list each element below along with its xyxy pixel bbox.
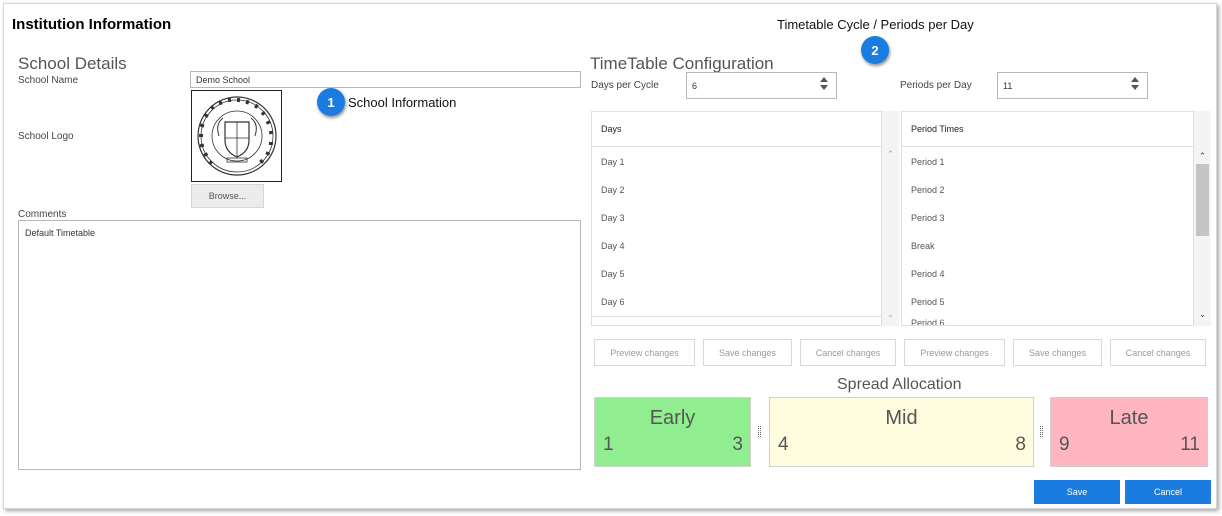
list-item[interactable]: Day 3 [592,204,881,232]
period-times-scrollbar[interactable]: ⌃ ⌄ [1194,111,1211,326]
chevron-down-icon[interactable]: ⌄ [1194,309,1211,320]
spread-segment-start: 1 [603,434,614,455]
list-item[interactable]: Period 2 [902,176,1193,204]
chevron-up-icon[interactable]: ⌃ [1194,151,1211,162]
list-item[interactable]: Day 1 [592,148,881,176]
days-list-header: Days [592,112,881,147]
institution-window: Institution Information Timetable Cycle … [3,3,1217,509]
days-per-cycle-value: 6 [692,80,698,91]
days-save-changes-button[interactable]: Save changes [703,339,792,366]
spread-segment-mid[interactable]: Mid 4 8 [769,397,1034,467]
cancel-button[interactable]: Cancel [1125,480,1211,504]
up-down-arrows-icon[interactable] [1131,77,1139,90]
page-title: Institution Information [12,16,172,33]
timetable-config-heading: TimeTable Configuration [590,54,774,73]
spread-segment-end: 3 [732,434,743,455]
periods-cancel-changes-button[interactable]: Cancel changes [1110,339,1206,366]
school-logo-image[interactable] [191,90,282,182]
chevron-up-icon[interactable]: ⌃ [882,149,899,160]
list-item[interactable]: Day 4 [592,232,881,260]
save-button[interactable]: Save [1034,480,1120,504]
periods-preview-changes-button[interactable]: Preview changes [904,339,1005,366]
comments-label: Comments [18,209,67,220]
list-item[interactable]: Period 6 [902,316,1193,325]
period-times-list-header: Period Times [902,112,1193,147]
list-item[interactable]: Period 1 [902,148,1193,176]
spread-allocation-title: Spread Allocation [837,376,962,393]
days-per-cycle-label: Days per Cycle [591,80,659,91]
school-crest-icon [196,96,277,176]
comments-textarea[interactable]: Default Timetable [18,220,581,470]
list-item[interactable]: Period 3 [902,204,1193,232]
list-item[interactable]: Period 4 [902,260,1193,288]
days-cancel-changes-button[interactable]: Cancel changes [800,339,896,366]
spread-segment-name: Early [649,407,696,429]
periods-per-day-stepper[interactable]: 11 [997,72,1148,99]
days-preview-changes-button[interactable]: Preview changes [594,339,695,366]
school-logo-label: School Logo [18,131,74,142]
up-down-arrows-icon[interactable] [820,77,828,90]
browse-button[interactable]: Browse... [191,184,264,208]
spread-segment-end: 11 [1180,434,1200,455]
callout-badge-2: 2 [861,36,889,64]
callout-label-school-information: School Information [348,95,457,110]
drag-handle-icon[interactable] [758,426,761,437]
periods-per-day-label: Periods per Day [900,80,972,91]
periods-per-day-value: 11 [1003,80,1013,91]
spread-segment-late[interactable]: Late 9 11 [1050,397,1208,467]
days-list-scrollbar[interactable]: ⌃ ⌄ [882,111,899,326]
school-name-label: School Name [18,75,79,86]
days-per-cycle-stepper[interactable]: 6 [686,72,837,99]
spread-segment-start: 9 [1059,434,1070,455]
spread-segment-early[interactable]: Early 1 3 [594,397,751,467]
callout-badge-1: 1 [317,88,345,116]
days-list: Days Day 1 Day 2 Day 3 Day 4 Day 5 Day 6 [591,111,882,326]
drag-handle-icon[interactable] [1040,426,1043,437]
school-name-input[interactable]: Demo School [190,71,581,88]
spread-segment-end: 8 [1015,434,1026,455]
list-item[interactable]: Day 2 [592,176,881,204]
cycle-caption: Timetable Cycle / Periods per Day [777,17,974,32]
list-item[interactable]: Day 5 [592,260,881,288]
list-item[interactable]: Period 5 [902,288,1193,316]
list-item[interactable]: Day 6 [592,288,881,316]
spread-segment-start: 4 [778,434,789,455]
list-item[interactable]: Break [902,232,1193,260]
chevron-down-icon[interactable]: ⌄ [882,309,899,320]
spread-segment-name: Mid [885,407,918,429]
school-details-heading: School Details [18,54,127,73]
scrollbar-thumb[interactable] [1196,164,1209,236]
periods-save-changes-button[interactable]: Save changes [1013,339,1102,366]
spread-segment-name: Late [1109,407,1149,429]
period-times-list: Period Times Period 1 Period 2 Period 3 … [901,111,1194,326]
